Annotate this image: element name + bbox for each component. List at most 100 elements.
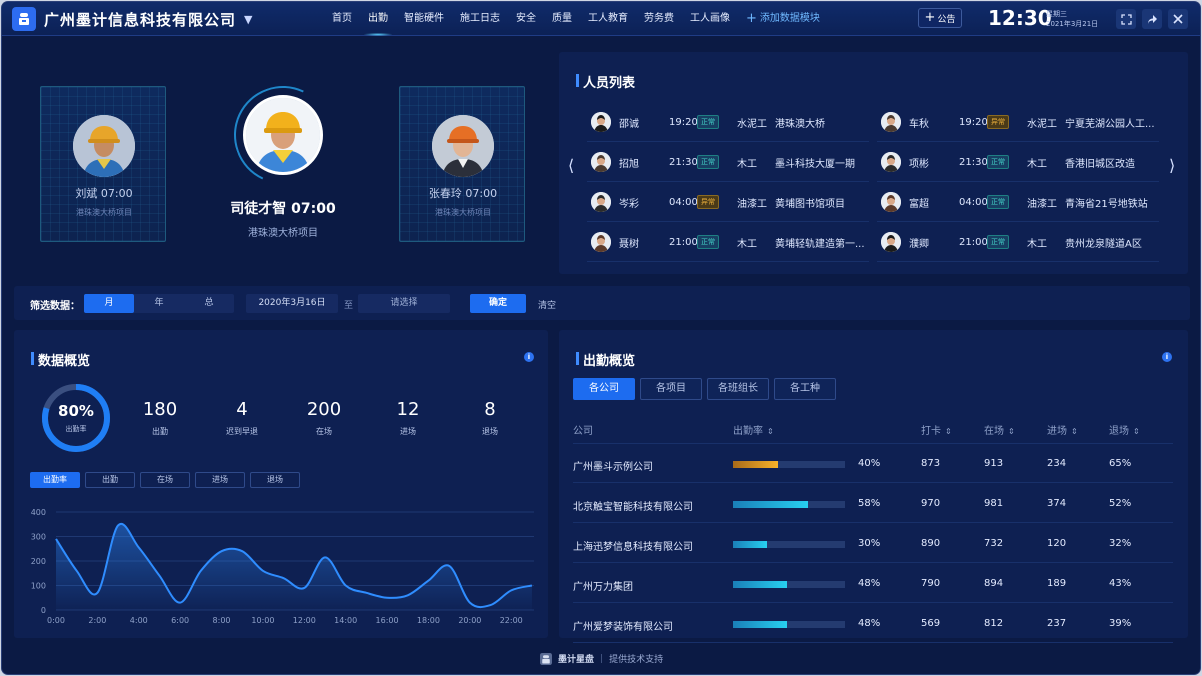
period-option-0[interactable]: 月 — [84, 294, 134, 313]
fullscreen-button[interactable] — [1116, 9, 1136, 29]
stat-item: 12 进场 — [378, 399, 438, 437]
person-project: 墨斗科技大厦一期 — [775, 158, 855, 170]
onsite-cell: 913 — [984, 458, 1004, 469]
stat-label: 退场 — [482, 427, 498, 436]
person-time: 19:20 — [959, 116, 988, 128]
clear-button[interactable]: 清空 — [538, 298, 556, 311]
table-divider — [573, 443, 1173, 444]
rate-cell: 40% — [858, 458, 881, 469]
person-name: 邵诚 — [619, 118, 639, 130]
exit-cell: 52% — [1109, 498, 1132, 509]
date-block: 星期三 2021年3月21日 — [1046, 9, 1098, 29]
nav-item-7[interactable]: 劳务费 — [636, 2, 682, 36]
next-arrow-icon[interactable]: ⟩ — [1169, 156, 1175, 175]
worker-card-left[interactable]: 刘斌 07:00 港珠澳大桥项目 — [40, 86, 166, 242]
table-header-2[interactable]: 打卡 ⇕ — [921, 422, 952, 437]
person-row[interactable]: 招旭 21:30 正常 木工 墨斗科技大厦一期 — [587, 142, 872, 182]
confirm-button[interactable]: 确定 — [470, 294, 526, 313]
enter-cell: 189 — [1047, 578, 1067, 589]
nav-item-4[interactable]: 安全 — [508, 2, 544, 36]
overview-tab-0[interactable]: 出勤率 — [30, 472, 80, 488]
overview-tab-1[interactable]: 出勤 — [85, 472, 135, 488]
status-badge: 正常 — [987, 195, 1009, 209]
sort-icon: ⇕ — [1008, 427, 1015, 436]
rate-cell: 48% — [858, 578, 881, 589]
person-name: 濮卿 — [909, 238, 929, 250]
add-module-button[interactable]: + 添加数据模块 — [738, 2, 828, 36]
person-trade: 油漆工 — [737, 198, 767, 210]
attendance-tab-1[interactable]: 各项目 — [640, 378, 702, 400]
range-separator: 至 — [344, 301, 354, 311]
nav-item-2[interactable]: 智能硬件 — [396, 2, 452, 36]
period-option-1[interactable]: 年 — [134, 294, 184, 313]
worker-avatar-center[interactable] — [243, 95, 323, 175]
clock-cell: 569 — [921, 618, 941, 629]
person-row[interactable]: 富超 04:00 正常 油漆工 青海省21号地铁站 — [877, 182, 1162, 222]
attendance-tab-2[interactable]: 各班组长 — [707, 378, 769, 400]
person-name: 项彬 — [909, 158, 929, 170]
table-header-5[interactable]: 退场 ⇕ — [1109, 422, 1140, 437]
person-avatar — [591, 142, 611, 182]
attendance-tab-0[interactable]: 各公司 — [573, 378, 635, 400]
nav-item-3[interactable]: 施工日志 — [452, 2, 508, 36]
overview-tab-3[interactable]: 进场 — [195, 472, 245, 488]
start-date-input[interactable]: 2020年3月16日 — [246, 294, 338, 313]
person-project: 黄埔图书馆项目 — [775, 198, 845, 210]
table-header-1[interactable]: 出勤率 ⇕ — [733, 422, 774, 437]
worker-right-name: 张春玲 07:00 — [428, 187, 498, 200]
chevron-down-icon[interactable]: ▼ — [244, 13, 252, 26]
person-row[interactable]: 濮卿 21:00 正常 木工 贵州龙泉隧道A区 — [877, 222, 1162, 262]
status-badge: 异常 — [697, 195, 719, 209]
rate-bar-fill — [733, 541, 767, 548]
stat-item: 200 在场 — [294, 399, 354, 437]
table-header-4[interactable]: 进场 ⇕ — [1047, 422, 1078, 437]
enter-cell: 237 — [1047, 618, 1067, 629]
person-time: 21:30 — [959, 156, 988, 168]
row-divider — [573, 482, 1173, 483]
attendance-rate-label: 出勤率 — [65, 425, 87, 433]
info-icon[interactable]: i — [524, 352, 534, 362]
exit-cell: 43% — [1109, 578, 1132, 589]
person-row[interactable]: 车秋 19:20 异常 水泥工 宁夏芜湖公园人工... — [877, 102, 1162, 142]
y-tick-label: 0 — [41, 606, 46, 615]
overview-tab-2[interactable]: 在场 — [140, 472, 190, 488]
person-time: 04:00 — [959, 196, 988, 208]
nav-item-8[interactable]: 工人画像 — [682, 2, 738, 36]
attendance-tab-3[interactable]: 各工种 — [774, 378, 836, 400]
prev-arrow-icon[interactable]: ⟨ — [568, 156, 574, 175]
nav-item-5[interactable]: 质量 — [544, 2, 580, 36]
stat-label: 进场 — [400, 427, 416, 436]
exit-cell: 65% — [1109, 458, 1132, 469]
nav-item-1[interactable]: 出勤 — [360, 2, 396, 36]
avatar-icon — [591, 192, 611, 212]
filter-label: 筛选数据： — [30, 301, 80, 312]
nav-item-6[interactable]: 工人教育 — [580, 2, 636, 36]
share-button[interactable] — [1142, 9, 1162, 29]
attendance-line-chart: 0 100 200 300 400 0:00 2:00 4:00 6:00 8:00 10:00 1… — [31, 508, 534, 625]
worker-card-right[interactable]: 张春玲 07:00 港珠澳大桥项目 — [399, 86, 525, 242]
stat-value: 180 — [142, 399, 178, 420]
end-date-input[interactable]: 请选择 — [358, 294, 450, 313]
overview-tab-4[interactable]: 退场 — [250, 472, 300, 488]
person-row[interactable]: 岑彩 04:00 异常 油漆工 黄埔图书馆项目 — [587, 182, 872, 222]
notice-button[interactable]: + 公告 — [918, 8, 962, 28]
close-button[interactable] — [1168, 9, 1188, 29]
attendance-overview-panel: 出勤概览 i — [559, 330, 1188, 638]
clock-cell: 970 — [921, 498, 941, 509]
person-row[interactable]: 邵诚 19:20 正常 水泥工 港珠澳大桥 — [587, 102, 872, 142]
nav-item-0[interactable]: 首页 — [324, 2, 360, 36]
brand[interactable]: 广州墨计信息科技有限公司 ▼ — [12, 7, 252, 31]
stat-label: 出勤 — [152, 427, 168, 436]
table-header-label: 在场 — [984, 426, 1004, 437]
worker-left-site: 港珠澳大桥项目 — [76, 208, 132, 217]
status-badge: 正常 — [697, 235, 719, 249]
y-tick-label: 300 — [31, 533, 46, 542]
person-row[interactable]: 聂树 21:00 正常 木工 黄埔轻轨建造第一... — [587, 222, 872, 262]
table-header-3[interactable]: 在场 ⇕ — [984, 422, 1015, 437]
person-row[interactable]: 项彬 21:30 正常 木工 香港旧城区改造 — [877, 142, 1162, 182]
person-project: 港珠澳大桥 — [775, 118, 825, 130]
status-badge: 正常 — [697, 155, 719, 169]
period-option-2[interactable]: 总 — [184, 294, 234, 313]
x-tick-label: 14:00 — [334, 616, 357, 625]
info-icon[interactable]: i — [1162, 352, 1172, 362]
